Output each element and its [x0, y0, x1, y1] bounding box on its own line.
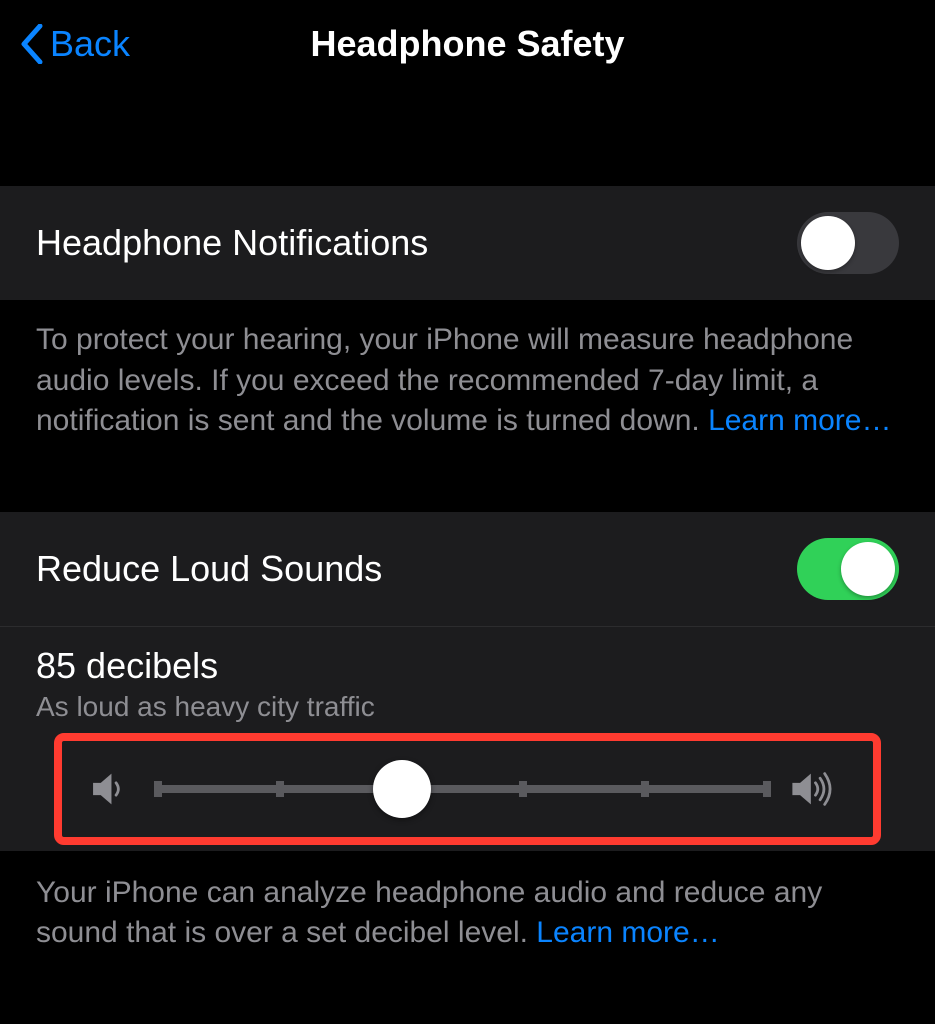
loud-sounds-footer: Your iPhone can analyze headphone audio … — [0, 851, 935, 982]
reduce-loud-sounds-section: Reduce Loud Sounds 85 decibels As loud a… — [0, 512, 935, 851]
slider-thumb[interactable] — [373, 760, 431, 818]
decibel-slider-highlight — [54, 733, 881, 845]
decibel-value: 85 decibels — [36, 645, 899, 687]
headphone-notifications-row: Headphone Notifications — [0, 186, 935, 300]
headphone-notifications-toggle[interactable] — [797, 212, 899, 274]
loud-sounds-learn-more-link[interactable]: Learn more… — [536, 916, 719, 949]
headphone-notifications-label: Headphone Notifications — [36, 222, 428, 264]
navbar: Back Headphone Safety — [0, 0, 935, 88]
volume-high-icon — [789, 769, 845, 809]
decibel-slider[interactable] — [158, 785, 767, 793]
notifications-learn-more-link[interactable]: Learn more… — [708, 404, 891, 437]
notifications-description: To protect your hearing, your iPhone wil… — [0, 300, 935, 470]
reduce-loud-sounds-label: Reduce Loud Sounds — [36, 548, 382, 590]
back-button[interactable]: Back — [20, 23, 130, 65]
back-label: Back — [50, 23, 130, 65]
reduce-loud-sounds-toggle[interactable] — [797, 538, 899, 600]
page-title: Headphone Safety — [310, 23, 624, 65]
spacer — [0, 470, 935, 512]
chevron-left-icon — [20, 24, 44, 64]
decibel-info: 85 decibels As loud as heavy city traffi… — [0, 626, 935, 851]
reduce-loud-sounds-row: Reduce Loud Sounds — [0, 512, 935, 626]
volume-low-icon — [90, 769, 136, 809]
decibel-description: As loud as heavy city traffic — [36, 691, 899, 723]
spacer — [0, 88, 935, 186]
